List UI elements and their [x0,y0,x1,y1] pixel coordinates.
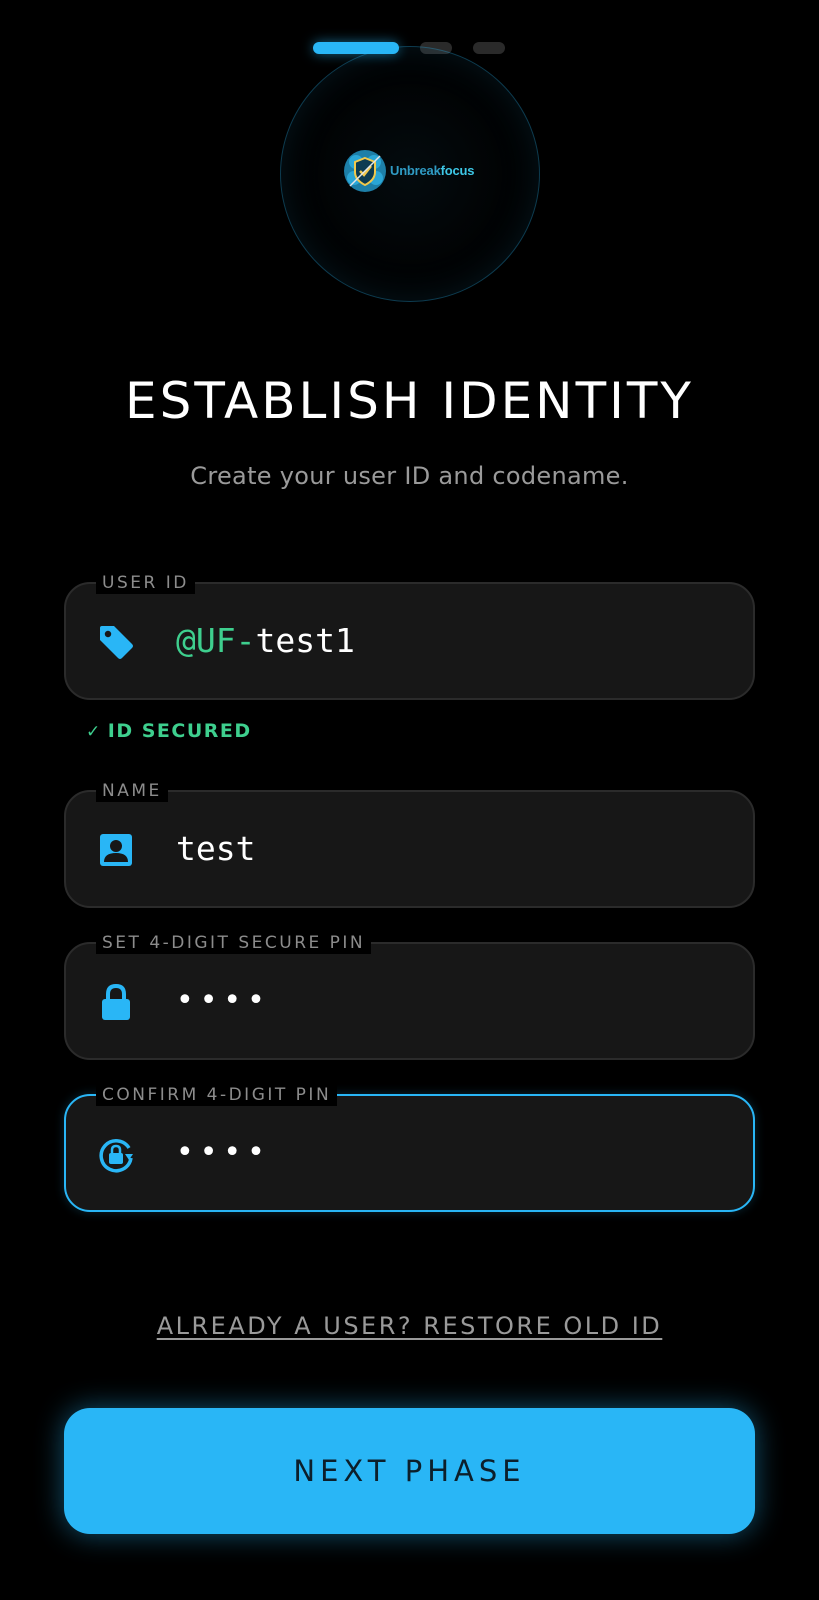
logo-wordmark-b: focus [440,163,475,178]
tag-icon [100,626,133,659]
user-id-label: USER ID [96,572,195,594]
name-field[interactable]: NAME test [64,780,755,908]
confirm-pin-label: CONFIRM 4-DIGIT PIN [96,1084,338,1106]
lock-reset-icon [99,1139,133,1173]
pin-value[interactable]: •••• [176,976,271,1026]
next-phase-button[interactable]: NEXT PHASE [64,1408,755,1534]
check-icon: ✓ [86,722,102,742]
person-badge-icon [100,834,132,866]
lock-icon [102,983,130,1020]
user-id-text: test1 [255,621,355,660]
confirm-pin-field[interactable]: CONFIRM 4-DIGIT PIN •••• [64,1084,755,1212]
brain-shield-logo-icon [344,150,386,192]
user-id-prefix: @UF- [176,621,256,660]
restore-id-link[interactable]: ALREADY A USER? RESTORE OLD ID [0,1312,819,1340]
confirm-pin-value[interactable]: •••• [176,1128,271,1178]
user-id-value[interactable]: @UF-test1 [176,616,355,666]
page-subtitle: Create your user ID and codename. [190,462,629,490]
name-value[interactable]: test [176,824,255,874]
pin-label: SET 4-DIGIT SECURE PIN [96,932,372,954]
page-title: ESTABLISH IDENTITY [125,372,694,430]
name-label: NAME [96,780,168,802]
pin-field[interactable]: SET 4-DIGIT SECURE PIN •••• [64,932,755,1060]
step-3 [473,42,505,54]
logo-wordmark-a: Unbreak [390,163,441,178]
id-status: ✓ ID SECURED [86,720,252,742]
user-id-field[interactable]: USER ID @UF-test1 [64,572,755,700]
id-status-text: ID SECURED [107,720,252,742]
logo-wordmark: Unbreakfocus [390,163,474,178]
